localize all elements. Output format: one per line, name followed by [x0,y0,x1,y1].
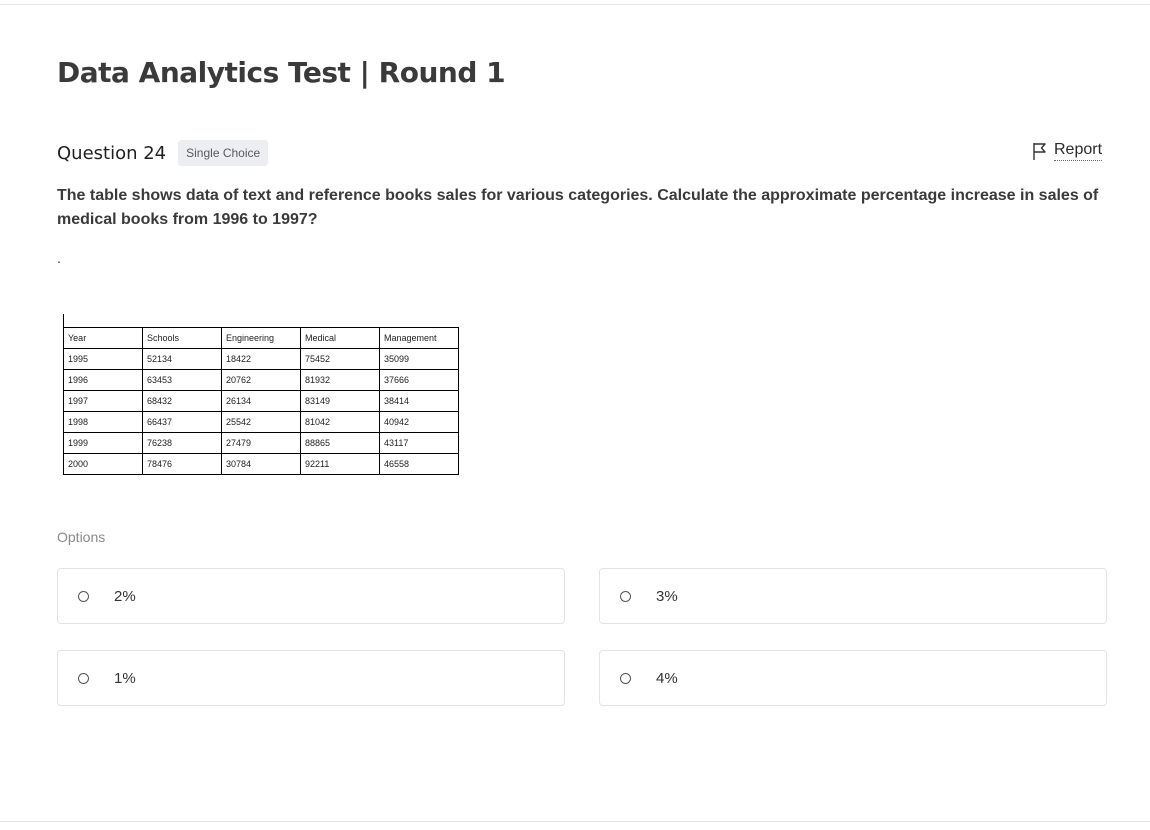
table-header-cell: Medical [300,327,380,349]
table-cell: 66437 [142,411,222,433]
table-cell: 30784 [221,453,301,475]
table-cell: 40942 [379,411,459,433]
table-cell: 25542 [221,411,301,433]
table-cell: 1999 [63,432,143,454]
top-divider [0,4,1150,5]
table-header-cell: Schools [142,327,222,349]
table-header-cell: Year [63,327,143,349]
option-label: 3% [656,587,678,605]
report-label: Report [1054,141,1103,161]
table-cell: 1995 [63,348,143,370]
table-header-cell: Engineering [221,327,301,349]
table-cell: 18422 [221,348,301,370]
table-row: 1998 66437 25542 81042 40942 [63,411,459,433]
report-button[interactable]: Report [1032,141,1103,161]
option-card[interactable]: 1% [57,650,565,706]
option-card[interactable]: 2% [57,568,565,624]
table-cell: 20762 [221,369,301,391]
table-cell: 38414 [379,390,459,412]
radio-icon[interactable] [78,672,89,684]
page-title: Data Analytics Test | Round 1 [57,56,506,89]
flag-icon [1032,141,1048,161]
table-row: 1997 68432 26134 83149 38414 [63,390,459,412]
table-cell: 92211 [300,453,380,475]
table-cell: 78476 [142,453,222,475]
question-type-badge: Single Choice [178,140,269,166]
option-label: 2% [114,587,136,605]
table-cell: 63453 [142,369,222,391]
table-cell: 26134 [221,390,301,412]
question-note: . [57,250,61,266]
table-cell: 27479 [221,432,301,454]
table-row: 1995 52134 18422 75452 35099 [63,348,459,370]
table-marker-line [63,314,64,328]
table-cell: 83149 [300,390,380,412]
table-cell: 68432 [142,390,222,412]
table-header-cell: Management [379,327,459,349]
table-cell: 2000 [63,453,143,475]
option-card[interactable]: 4% [599,650,1107,706]
table-cell: 52134 [142,348,222,370]
table-row: 1999 76238 27479 88865 43117 [63,432,459,454]
table-cell: 1998 [63,411,143,433]
table-cell: 35099 [379,348,459,370]
table-cell: 43117 [379,432,459,454]
table-cell: 76238 [142,432,222,454]
table-cell: 81932 [300,369,380,391]
radio-icon[interactable] [620,590,631,602]
option-label: 4% [656,669,678,687]
option-card[interactable]: 3% [599,568,1107,624]
option-label: 1% [114,669,136,687]
table-cell: 81042 [300,411,380,433]
options-heading: Options [57,529,106,545]
table-row: 1996 63453 20762 81932 37666 [63,369,459,391]
question-header: Question 24 Single Choice [57,140,269,166]
table-cell: 1997 [63,390,143,412]
sales-table: Year Schools Engineering Medical Managem… [63,327,459,475]
radio-icon[interactable] [78,590,89,602]
table-cell: 46558 [379,453,459,475]
bottom-divider [0,821,1150,822]
table-cell: 37666 [379,369,459,391]
table-row: 2000 78476 30784 92211 46558 [63,453,459,475]
table-cell: 75452 [300,348,380,370]
question-number: Question 24 [57,142,167,164]
table-header-row: Year Schools Engineering Medical Managem… [63,327,459,349]
question-text: The table shows data of text and referen… [57,187,1099,228]
table-cell: 88865 [300,432,380,454]
table-cell: 1996 [63,369,143,391]
radio-icon[interactable] [620,672,631,684]
